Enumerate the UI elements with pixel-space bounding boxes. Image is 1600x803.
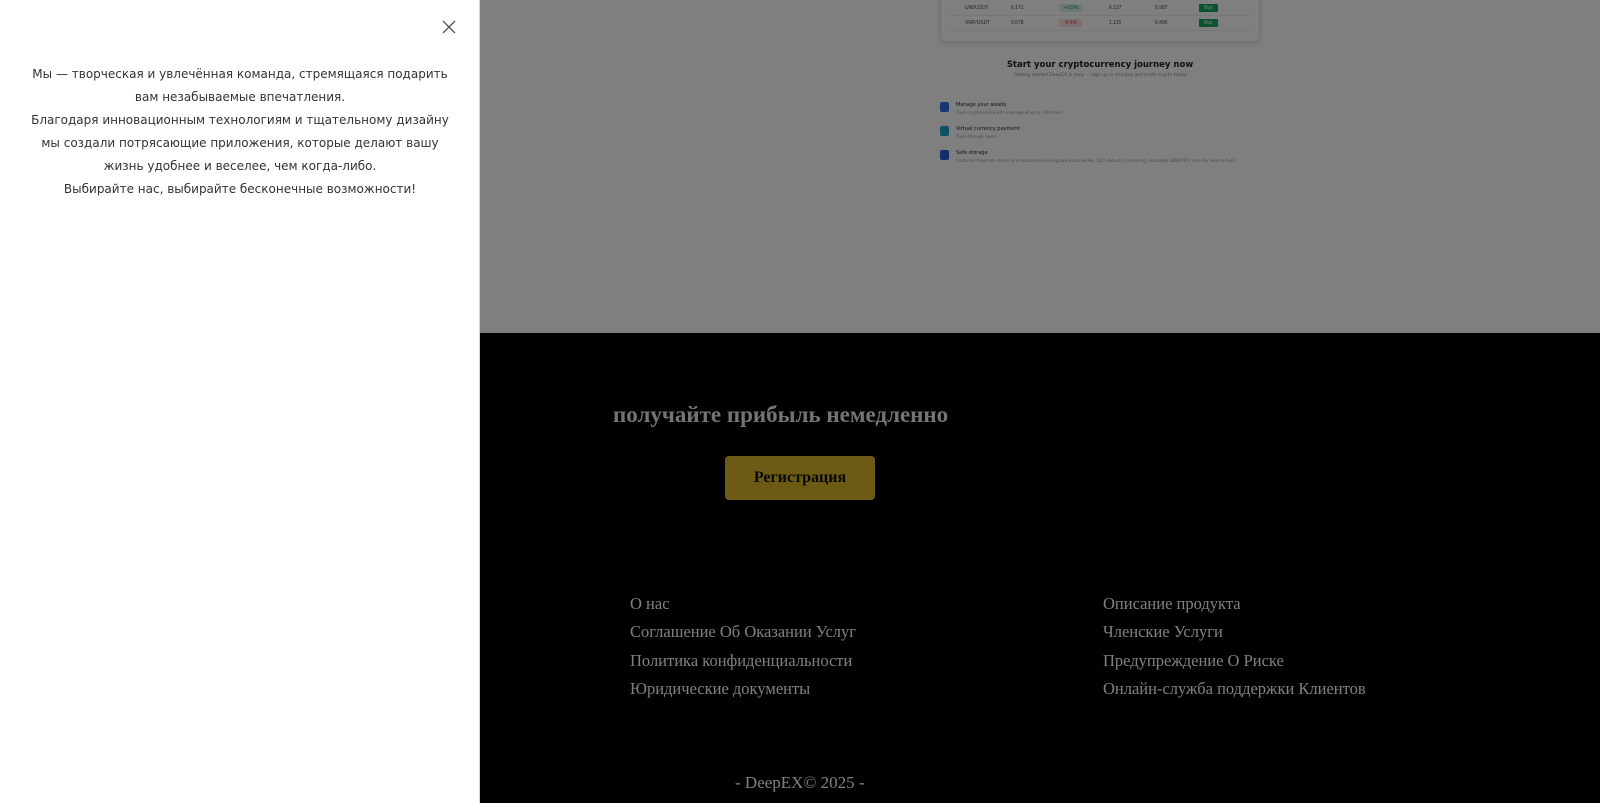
close-button[interactable] xyxy=(438,16,460,38)
about-line: Мы — творческая и увлечённая команда, ст… xyxy=(32,67,448,105)
close-icon xyxy=(442,20,456,34)
about-drawer: Мы — творческая и увлечённая команда, ст… xyxy=(0,0,480,803)
about-line: Благодаря инновационным технологиям и тщ… xyxy=(31,113,449,174)
about-line: Выбирайте нас, выбирайте бесконечные воз… xyxy=(63,182,417,197)
about-text: Мы — творческая и увлечённая команда, ст… xyxy=(20,63,460,202)
